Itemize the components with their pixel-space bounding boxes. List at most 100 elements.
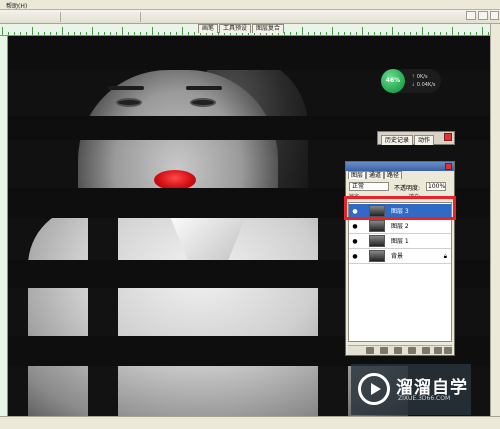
selected-layer-highlight-box bbox=[344, 196, 456, 220]
ruler-tick bbox=[80, 32, 81, 35]
play-logo-icon bbox=[358, 373, 390, 405]
layer-row[interactable]: ● 图层 1 bbox=[349, 234, 451, 249]
photo-brow-right bbox=[186, 86, 222, 90]
speed-percent: 46% bbox=[381, 69, 405, 93]
ruler-tick bbox=[8, 32, 9, 35]
tab-actions[interactable]: 动作 bbox=[414, 135, 435, 145]
vertical-scrollbar[interactable] bbox=[490, 24, 500, 419]
upload-arrow-icon: ↑ bbox=[411, 74, 416, 80]
layer-name: 背景 bbox=[391, 253, 404, 260]
palette-well-tab-brushes[interactable]: 画笔 bbox=[198, 24, 219, 33]
ruler-tick bbox=[170, 32, 171, 35]
ruler-tick bbox=[470, 32, 471, 35]
layer-style-icon[interactable] bbox=[380, 347, 388, 354]
close-icon[interactable] bbox=[445, 163, 452, 170]
layers-palette: 图层 通道 路径 正常 不透明度: 100% 锁定: 填充: ● 图层 3 ● 图层… bbox=[345, 161, 455, 356]
blend-mode-select[interactable]: 正常 bbox=[349, 182, 389, 191]
ruler-tick bbox=[356, 32, 357, 35]
ruler-tick bbox=[194, 32, 195, 35]
tab-history[interactable]: 历史记录 bbox=[381, 135, 414, 145]
ruler-tick bbox=[146, 32, 147, 35]
ruler-tick bbox=[314, 32, 315, 35]
ruler-vertical bbox=[0, 36, 8, 416]
eye-icon[interactable]: ● bbox=[351, 223, 359, 230]
ruler-tick bbox=[386, 32, 387, 35]
ruler-tick bbox=[50, 32, 51, 35]
tab-paths[interactable]: 路径 bbox=[384, 171, 403, 179]
layer-thumbnail bbox=[369, 235, 385, 247]
tab-layers[interactable]: 图层 bbox=[348, 171, 367, 179]
ruler-tick bbox=[464, 32, 465, 35]
palette-well: 画笔 工具预设 图层复合 bbox=[198, 24, 285, 34]
ruler-tick bbox=[122, 27, 123, 35]
ruler-tick bbox=[476, 32, 477, 35]
ruler-tick bbox=[350, 32, 351, 35]
layers-bottom-bar bbox=[348, 345, 452, 355]
ruler-tick bbox=[320, 32, 321, 35]
layer-row[interactable]: ● 背景 🔒︎ bbox=[349, 249, 451, 264]
maximize-button[interactable] bbox=[478, 11, 488, 20]
ruler-tick bbox=[62, 27, 63, 35]
opacity-field[interactable]: 100% bbox=[426, 182, 446, 191]
ruler-tick bbox=[302, 27, 303, 35]
history-palette: 历史记录 动作 bbox=[377, 131, 455, 145]
ruler-tick bbox=[452, 27, 453, 35]
ruler-tick bbox=[344, 32, 345, 35]
eye-icon[interactable]: ● bbox=[351, 253, 359, 260]
ruler-tick bbox=[74, 32, 75, 35]
ruler-tick bbox=[140, 32, 141, 35]
ruler-tick bbox=[98, 32, 99, 35]
ruler-tick bbox=[68, 32, 69, 35]
ruler-tick bbox=[362, 27, 363, 35]
layers-title-bar[interactable] bbox=[346, 162, 454, 171]
ruler-tick bbox=[116, 32, 117, 35]
photo-eye-right bbox=[190, 98, 216, 107]
layer-thumbnail bbox=[369, 250, 385, 262]
layer-row[interactable]: ● 图层 2 bbox=[349, 219, 451, 234]
photo-strap-left bbox=[88, 216, 118, 416]
options-separator bbox=[60, 12, 61, 22]
ruler-tick bbox=[14, 32, 15, 35]
photo-strap-right bbox=[318, 216, 348, 416]
ruler-tick bbox=[290, 32, 291, 35]
upload-rate: 0K/s bbox=[416, 74, 428, 80]
ruler-tick bbox=[422, 27, 423, 35]
ruler-tick bbox=[158, 32, 159, 35]
menu-help[interactable]: 帮助(H) bbox=[6, 1, 27, 10]
palette-well-tab-layer-comps[interactable]: 图层复合 bbox=[252, 24, 285, 33]
eye-icon[interactable]: ● bbox=[351, 238, 359, 245]
close-icon[interactable] bbox=[444, 133, 452, 141]
ruler-tick bbox=[110, 32, 111, 35]
delete-layer-icon[interactable] bbox=[444, 347, 452, 354]
new-layer-icon[interactable] bbox=[434, 347, 442, 354]
link-layers-icon[interactable] bbox=[366, 347, 374, 354]
new-group-icon[interactable] bbox=[422, 347, 430, 354]
close-button[interactable] bbox=[490, 11, 499, 20]
adjustment-layer-icon[interactable] bbox=[408, 347, 416, 354]
ruler-tick bbox=[38, 32, 39, 35]
palette-well-tab-tool-presets[interactable]: 工具预设 bbox=[219, 24, 252, 33]
ruler-tick bbox=[368, 32, 369, 35]
ruler-tick bbox=[32, 27, 33, 35]
photo-brow-left bbox=[108, 86, 144, 90]
watermark-url: ZIXUE.3D66.COM bbox=[398, 395, 451, 402]
download-rate: 0.04K/s bbox=[416, 82, 436, 88]
ruler-tick bbox=[326, 32, 327, 35]
opacity-label: 不透明度: bbox=[394, 185, 421, 192]
ruler-tick bbox=[92, 27, 93, 35]
watermark: 溜溜自学 ZIXUE.3D66.COM bbox=[351, 364, 471, 415]
ruler-tick bbox=[44, 32, 45, 35]
add-mask-icon[interactable] bbox=[394, 347, 402, 354]
ruler-tick bbox=[176, 32, 177, 35]
lock-icon: 🔒︎ bbox=[443, 253, 447, 260]
ruler-tick bbox=[458, 32, 459, 35]
ruler-tick bbox=[2, 27, 3, 35]
options-bar bbox=[0, 10, 500, 24]
minimize-button[interactable] bbox=[466, 11, 476, 20]
layer-thumbnail bbox=[369, 220, 385, 232]
ruler-tick bbox=[482, 27, 483, 35]
black-stripe bbox=[8, 36, 490, 70]
tab-channels[interactable]: 通道 bbox=[366, 171, 385, 179]
ruler-tick bbox=[446, 32, 447, 35]
ruler-tick bbox=[86, 32, 87, 35]
